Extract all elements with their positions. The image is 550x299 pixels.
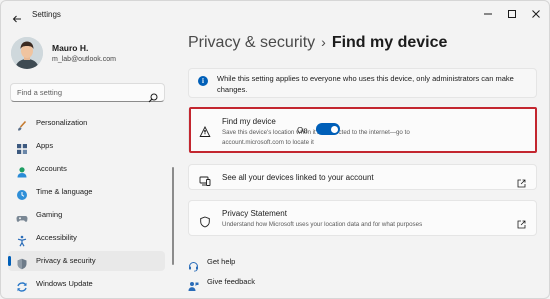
maximize-icon[interactable] — [503, 5, 521, 23]
find-my-device-card: Find my device Save this device's locati… — [188, 107, 537, 153]
accessibility-icon — [16, 232, 28, 247]
sidebar-item-label: Gaming — [36, 210, 63, 219]
info-text: While this setting applies to everyone w… — [217, 74, 514, 94]
brush-icon — [16, 117, 28, 131]
info-icon: i — [198, 76, 208, 86]
give-feedback-text: Give feedback — [207, 277, 255, 286]
sidebar-item-accessibility[interactable]: Accessibility — [8, 228, 165, 248]
find-my-device-toggle[interactable] — [316, 123, 340, 135]
sidebar-item-label: Accounts — [36, 164, 67, 173]
privacy-statement-title: Privacy Statement — [222, 209, 287, 218]
see-devices-title: See all your devices linked to your acco… — [222, 173, 374, 182]
external-link-icon — [517, 214, 526, 229]
external-link-icon — [517, 173, 526, 188]
devices-icon — [199, 172, 211, 186]
privacy-statement-description: Understand how Microsoft uses your locat… — [222, 221, 423, 228]
search-input[interactable] — [17, 86, 147, 99]
user-email: m_lab@outlook.com — [52, 56, 116, 63]
sidebar-item-gaming[interactable]: Gaming — [8, 205, 165, 225]
sidebar-item-label: Apps — [36, 141, 54, 150]
gamepad-icon — [16, 209, 28, 222]
title-bar: Settings — [1, 1, 549, 31]
see-devices-card[interactable]: See all your devices linked to your acco… — [188, 164, 537, 190]
sidebar-scrollbar[interactable] — [172, 167, 174, 265]
info-bar: i While this setting applies to everyone… — [188, 68, 537, 98]
back-arrow-icon[interactable] — [11, 10, 23, 23]
apps-icon — [16, 140, 28, 154]
user-name: Mauro H. — [52, 43, 89, 53]
breadcrumb-separator: › — [321, 34, 326, 50]
toggle-knob — [330, 125, 338, 133]
search-box[interactable] — [10, 83, 165, 103]
sidebar-item-privacy-security[interactable]: Privacy & security — [8, 251, 165, 271]
help-icon — [188, 257, 199, 272]
sidebar-item-label: Accessibility — [36, 233, 77, 242]
search-icon[interactable] — [148, 88, 158, 103]
sidebar-item-label: Time & language — [36, 187, 93, 196]
sidebar-item-label: Personalization — [36, 118, 88, 127]
feedback-icon — [188, 277, 199, 291]
minimize-icon[interactable] — [479, 5, 497, 23]
app-title: Settings — [32, 10, 61, 19]
shield-icon — [16, 255, 28, 270]
sidebar-item-label: Privacy & security — [36, 256, 96, 265]
avatar[interactable] — [11, 37, 43, 69]
sidebar-item-windows-update[interactable]: Windows Update — [8, 274, 165, 294]
close-icon[interactable] — [527, 5, 545, 23]
sidebar-item-personalization[interactable]: Personalization — [8, 113, 165, 133]
breadcrumb-parent[interactable]: Privacy & security — [188, 34, 315, 51]
privacy-statement-card[interactable]: Privacy Statement Understand how Microso… — [188, 200, 537, 236]
sidebar-item-accounts[interactable]: Accounts — [8, 159, 165, 179]
sidebar-item-label: Windows Update — [36, 279, 93, 288]
active-indicator — [8, 256, 11, 266]
get-help-text: Get help — [207, 257, 236, 266]
sidebar-item-apps[interactable]: Apps — [8, 136, 165, 156]
person-icon — [16, 163, 28, 178]
sidebar-item-time-language[interactable]: Time & language — [8, 182, 165, 202]
shield-outline-icon — [199, 213, 211, 228]
find-my-device-title: Find my device — [222, 117, 276, 126]
page-title: Find my device — [331, 34, 448, 51]
update-icon — [16, 278, 28, 292]
breadcrumb: Privacy & security › Find my device — [188, 34, 447, 52]
settings-window: Settings Mauro H. m_lab@outlook.com Find… — [0, 0, 550, 299]
toggle-state-label: On — [297, 126, 308, 135]
location-person-icon — [199, 123, 211, 137]
globe-clock-icon — [16, 186, 28, 200]
